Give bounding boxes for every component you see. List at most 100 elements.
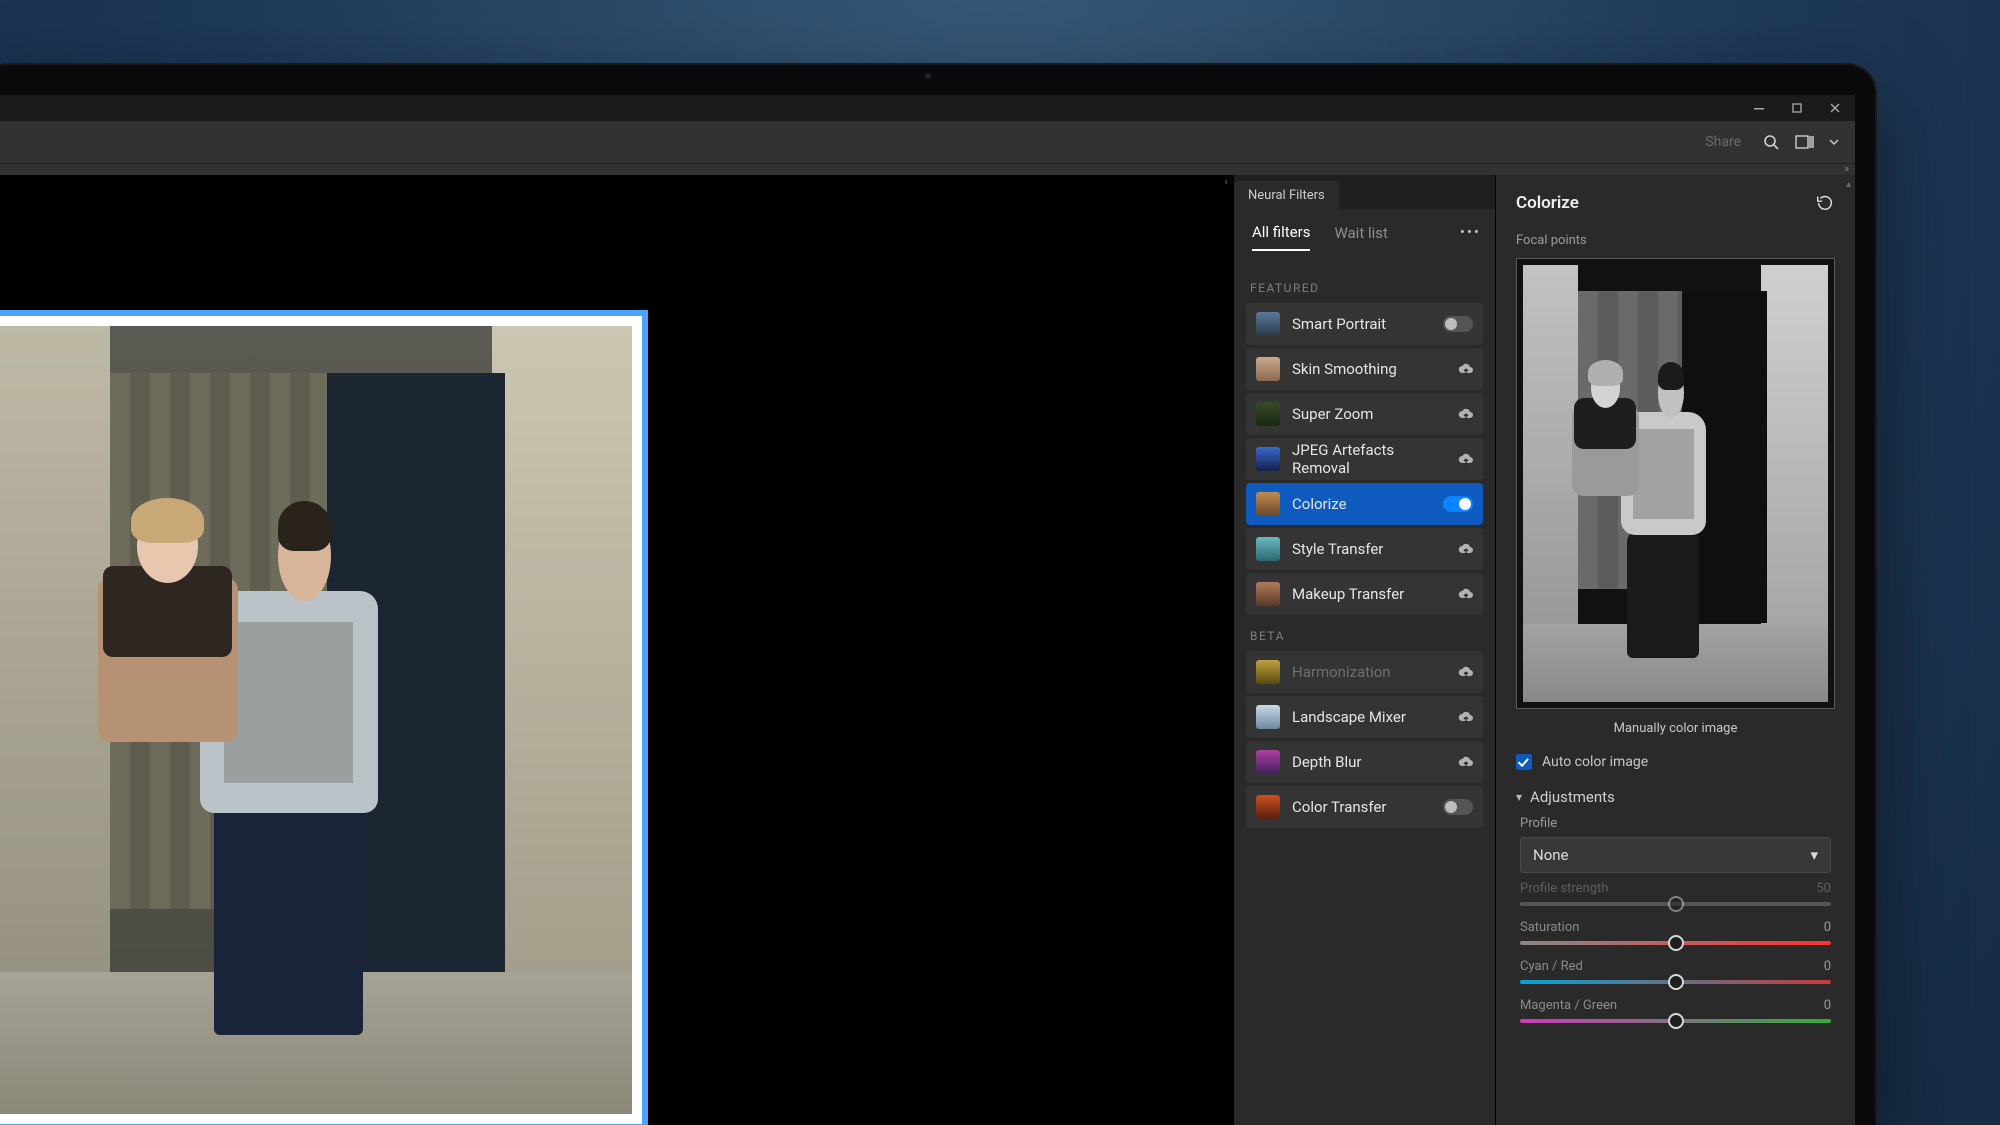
filter-label: Colorize xyxy=(1292,495,1431,513)
scroll-indicator-icon: ▲ xyxy=(1844,179,1853,190)
filter-label: Depth Blur xyxy=(1292,753,1445,771)
filter-thumb-icon xyxy=(1256,660,1280,684)
slider-label: Profile strength xyxy=(1520,881,1608,896)
minimize-button[interactable] xyxy=(1751,100,1767,116)
cloud-download-icon[interactable] xyxy=(1457,362,1473,376)
section-beta: BETA xyxy=(1250,629,1479,643)
filter-thumb-icon xyxy=(1256,750,1280,774)
filter-thumb-icon xyxy=(1256,312,1280,336)
cloud-download-icon[interactable] xyxy=(1457,587,1473,601)
filter-label: Style Transfer xyxy=(1292,540,1445,558)
filter-toggle[interactable] xyxy=(1443,496,1473,512)
cloud-download-icon[interactable] xyxy=(1457,665,1473,679)
slider-value: 50 xyxy=(1816,881,1831,896)
slider-track[interactable] xyxy=(1520,941,1831,945)
filter-harmonization[interactable]: Harmonization xyxy=(1246,651,1483,693)
filter-smart-portrait[interactable]: Smart Portrait xyxy=(1246,303,1483,345)
filter-label: JPEG Artefacts Removal xyxy=(1292,441,1445,477)
app-toolbar: Share xyxy=(0,121,1855,163)
preview-thumbnail[interactable] xyxy=(1516,258,1835,709)
focal-points-label: Focal points xyxy=(1516,233,1835,248)
filter-skin-smoothing[interactable]: Skin Smoothing xyxy=(1246,348,1483,390)
maximize-button[interactable] xyxy=(1789,100,1805,116)
reset-icon[interactable] xyxy=(1815,195,1835,211)
close-button[interactable] xyxy=(1827,100,1843,116)
filter-thumb-icon xyxy=(1256,402,1280,426)
filter-label: Makeup Transfer xyxy=(1292,585,1445,603)
filter-label: Color Transfer xyxy=(1292,798,1431,816)
chevron-down-icon: ▾ xyxy=(1810,846,1818,864)
filter-super-zoom[interactable]: Super Zoom xyxy=(1246,393,1483,435)
chevron-down-icon: ▾ xyxy=(1516,790,1522,804)
cloud-download-icon[interactable] xyxy=(1457,407,1473,421)
filter-color-transfer[interactable]: Color Transfer xyxy=(1246,786,1483,828)
share-button[interactable]: Share xyxy=(1705,134,1741,150)
cloud-download-icon[interactable] xyxy=(1457,452,1473,466)
cloud-download-icon[interactable] xyxy=(1457,710,1473,724)
properties-title: Colorize xyxy=(1516,193,1579,213)
profile-label: Profile xyxy=(1520,816,1831,831)
auto-color-checkbox[interactable]: Auto color image xyxy=(1516,754,1835,770)
auto-color-label: Auto color image xyxy=(1542,754,1648,770)
filter-thumb-icon xyxy=(1256,492,1280,516)
adjustments-label: Adjustments xyxy=(1530,788,1615,806)
cloud-download-icon[interactable] xyxy=(1457,755,1473,769)
slider-knob[interactable] xyxy=(1668,1013,1684,1029)
filter-toggle[interactable] xyxy=(1443,316,1473,332)
slider-track[interactable] xyxy=(1520,1019,1831,1023)
slider-knob[interactable] xyxy=(1668,935,1684,951)
filter-jpeg-artefacts-removal[interactable]: JPEG Artefacts Removal xyxy=(1246,438,1483,480)
slider-knob xyxy=(1668,896,1684,912)
filter-label: Harmonization xyxy=(1292,663,1445,681)
slider-value: 0 xyxy=(1824,998,1831,1013)
profile-select[interactable]: None ▾ xyxy=(1520,837,1831,873)
profile-value: None xyxy=(1533,846,1569,864)
tab-wait-list[interactable]: Wait list xyxy=(1334,224,1387,250)
workspace-icon[interactable] xyxy=(1795,132,1815,152)
slider-value: 0 xyxy=(1824,959,1831,974)
slider-knob[interactable] xyxy=(1668,974,1684,990)
filter-style-transfer[interactable]: Style Transfer xyxy=(1246,528,1483,570)
search-icon[interactable] xyxy=(1761,132,1781,152)
slider-value: 0 xyxy=(1824,920,1831,935)
filter-label: Skin Smoothing xyxy=(1292,360,1445,378)
filter-colorize[interactable]: Colorize xyxy=(1246,483,1483,525)
section-featured: FEATURED xyxy=(1250,281,1479,295)
preview-caption: Manually color image xyxy=(1506,721,1845,736)
filter-thumb-icon xyxy=(1256,537,1280,561)
filter-label: Super Zoom xyxy=(1292,405,1445,423)
filter-properties-panel: ▲ Colorize Focal points xyxy=(1495,175,1855,1125)
neural-filters-panel: Neural Filters All filters Wait list •••… xyxy=(1233,175,1495,1125)
filter-toggle[interactable] xyxy=(1443,799,1473,815)
tab-all-filters[interactable]: All filters xyxy=(1252,223,1310,251)
panel-collapse-caret-icon[interactable]: ‹ xyxy=(1219,177,1233,188)
filter-thumb-icon xyxy=(1256,447,1280,471)
filter-makeup-transfer[interactable]: Makeup Transfer xyxy=(1246,573,1483,615)
slider-cyan-red[interactable]: Cyan / Red 0 xyxy=(1520,959,1831,984)
filter-label: Landscape Mixer xyxy=(1292,708,1445,726)
slider-label: Saturation xyxy=(1520,920,1579,935)
slider-label: Magenta / Green xyxy=(1520,998,1617,1013)
adjustments-accordion[interactable]: ▾ Adjustments xyxy=(1516,788,1835,806)
filter-landscape-mixer[interactable]: Landscape Mixer xyxy=(1246,696,1483,738)
chevron-down-icon[interactable] xyxy=(1829,132,1839,152)
filter-depth-blur[interactable]: Depth Blur xyxy=(1246,741,1483,783)
panel-menu-icon[interactable]: ••• xyxy=(1460,223,1481,241)
slider-saturation[interactable]: Saturation 0 xyxy=(1520,920,1831,945)
filter-thumb-icon xyxy=(1256,795,1280,819)
expand-panels-icon[interactable]: » xyxy=(1844,164,1849,175)
filter-thumb-icon xyxy=(1256,582,1280,606)
filter-thumb-icon xyxy=(1256,357,1280,381)
slider-magenta-green[interactable]: Magenta / Green 0 xyxy=(1520,998,1831,1023)
filter-thumb-icon xyxy=(1256,705,1280,729)
slider-profile-strength: Profile strength 50 xyxy=(1520,881,1831,906)
slider-track xyxy=(1520,902,1831,906)
canvas-area[interactable]: ‹ xyxy=(0,175,1233,1125)
cloud-download-icon[interactable] xyxy=(1457,542,1473,556)
panel-tab-neural-filters[interactable]: Neural Filters xyxy=(1234,181,1339,209)
filter-label: Smart Portrait xyxy=(1292,315,1431,333)
checkbox-icon xyxy=(1516,754,1532,770)
slider-track[interactable] xyxy=(1520,980,1831,984)
slider-label: Cyan / Red xyxy=(1520,959,1583,974)
canvas-image[interactable] xyxy=(0,310,648,1125)
